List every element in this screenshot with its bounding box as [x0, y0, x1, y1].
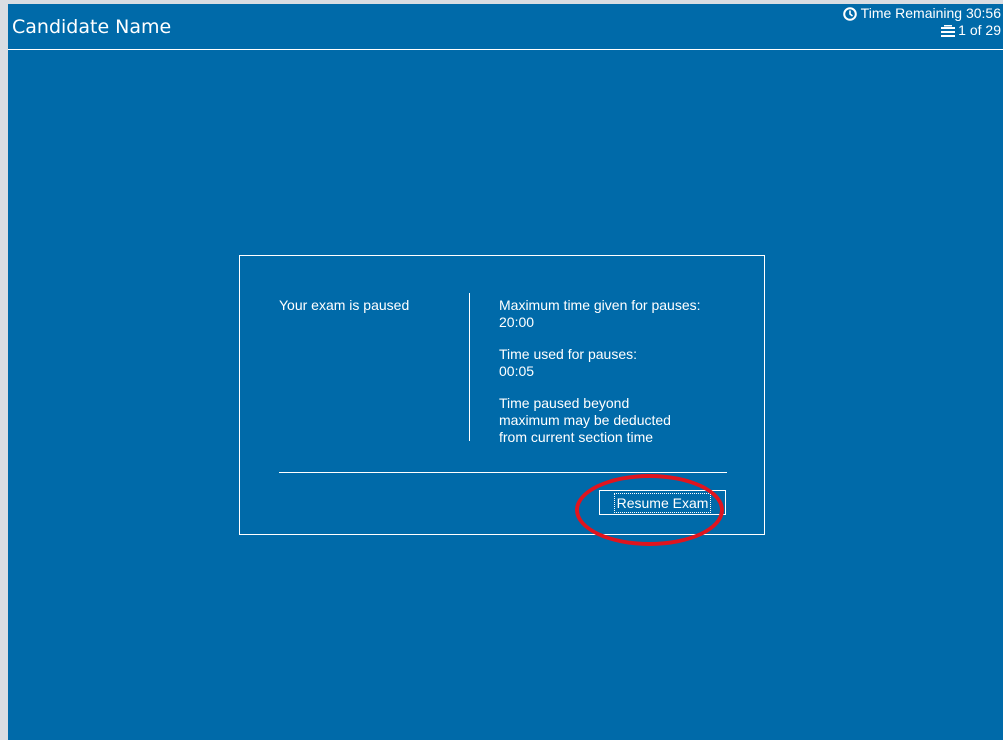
max-pause-value: 20:00 — [499, 314, 535, 330]
top-bar: Candidate Name Time Remaining 30:56 1 of… — [8, 4, 1003, 50]
pause-info: Maximum time given for pauses: 20:00 Tim… — [499, 297, 749, 461]
vertical-divider — [469, 293, 470, 441]
pause-note: Time paused beyond maximum may be deduct… — [499, 395, 749, 446]
pause-note-line3: from current section time — [499, 429, 654, 445]
max-pause-block: Maximum time given for pauses: 20:00 — [499, 297, 749, 331]
status-area: Time Remaining 30:56 1 of 29 — [842, 5, 1001, 39]
page-indicator-row: 1 of 29 — [843, 22, 1001, 39]
candidate-name: Candidate Name — [12, 16, 172, 38]
horizontal-divider — [279, 472, 727, 473]
page-indicator: 1 of 29 — [958, 22, 1001, 38]
pause-dialog: Your exam is paused Maximum time given f… — [239, 255, 765, 535]
max-pause-label: Maximum time given for pauses: — [499, 297, 701, 313]
clock-icon — [842, 6, 857, 21]
used-pause-value: 00:05 — [499, 363, 535, 379]
resume-exam-button[interactable]: Resume Exam — [599, 490, 726, 515]
resume-exam-label: Resume Exam — [613, 492, 712, 513]
used-pause-block: Time used for pauses: 00:05 — [499, 346, 749, 380]
time-remaining: Time Remaining 30:56 — [860, 5, 1001, 21]
time-remaining-row: Time Remaining 30:56 — [842, 5, 1001, 22]
pages-icon — [940, 24, 956, 38]
paused-status: Your exam is paused — [279, 297, 410, 313]
used-pause-label: Time used for pauses: — [499, 346, 637, 362]
pause-note-line2: maximum may be deducted — [499, 412, 671, 428]
exam-screen: Candidate Name Time Remaining 30:56 1 of… — [8, 4, 1003, 740]
pause-note-line1: Time paused beyond — [499, 395, 630, 411]
